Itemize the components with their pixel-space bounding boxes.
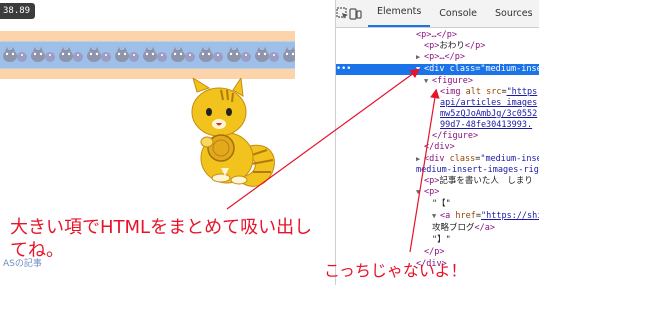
screenshot: 38.89 ASの記事 大きい項でHTMLをまとめて吸い出してね。 Elemen…: [0, 0, 650, 314]
web-page: 38.89 ASの記事 大きい項でHTMLをまとめて吸い出してね。: [0, 0, 335, 314]
dom-node-text[interactable]: 攻略ブログ</a>: [336, 223, 539, 234]
dom-node[interactable]: </div>: [336, 142, 539, 153]
more-options-icon[interactable]: •••: [336, 64, 351, 75]
dom-node[interactable]: ▶ <p>…</p>: [336, 52, 539, 63]
dom-node[interactable]: <p>…</p>: [336, 30, 539, 41]
dom-node[interactable]: </figure>: [336, 131, 539, 142]
mascot-pattern-icon: [3, 47, 295, 62]
tab-sources[interactable]: Sources: [486, 3, 539, 27]
dom-node[interactable]: <p>おわり</p>: [336, 41, 539, 52]
dom-node-text[interactable]: medium-insert-images-rig: [336, 165, 539, 176]
dom-node[interactable]: <p>記事を書いた人 しまり: [336, 176, 539, 187]
element-dimension-tooltip: 38.89: [0, 3, 36, 19]
decorative-mascot-strip: [0, 41, 295, 69]
tab-elements[interactable]: Elements: [368, 1, 431, 27]
dom-node-text[interactable]: mw5zQJoAmbJg/3c0552: [336, 109, 539, 120]
expand-triangle-icon[interactable]: ▶: [416, 154, 424, 165]
devtools-panel: Elements Console Sources <p>…</p> <p>おわり…: [335, 0, 539, 285]
dom-node-text[interactable]: 99d7-48fe30413993.: [336, 120, 539, 131]
annotation-right-text: こっちじゃないよ！: [324, 261, 467, 280]
dom-node[interactable]: ▼<a href="https://shin: [336, 211, 539, 222]
dom-node[interactable]: ▶ <div class="medium-inse: [336, 154, 539, 165]
devtools-toolbar: Elements Console Sources: [336, 0, 539, 28]
dom-node[interactable]: ▼ <p>: [336, 187, 539, 198]
dom-node-text[interactable]: "】": [336, 235, 539, 246]
dom-node-text[interactable]: "【": [336, 199, 539, 210]
expand-triangle-icon[interactable]: ▶: [416, 52, 424, 63]
dom-node[interactable]: <img alt src="https: [336, 87, 539, 98]
collapse-triangle-icon[interactable]: ▼: [432, 211, 440, 222]
device-toolbar-icon[interactable]: [349, 0, 362, 27]
annotation-left-text: 大きい項でHTMLをまとめて吸い出してね。: [10, 217, 313, 261]
dom-node-text[interactable]: api/articles_images: [336, 98, 539, 109]
collapse-triangle-icon[interactable]: ▼: [416, 187, 424, 198]
squirrel-mascot-image: [191, 78, 275, 187]
tab-console[interactable]: Console: [430, 3, 486, 27]
inspect-icon[interactable]: [336, 0, 349, 27]
dom-node[interactable]: </p>: [336, 247, 539, 258]
collapse-triangle-icon[interactable]: ▼: [424, 76, 432, 87]
collapse-triangle-icon[interactable]: ▼: [416, 64, 424, 75]
dom-node-selected[interactable]: ••• ▼ <div class="medium-inse: [336, 64, 539, 75]
dom-node[interactable]: ▼ <figure>: [336, 76, 539, 87]
